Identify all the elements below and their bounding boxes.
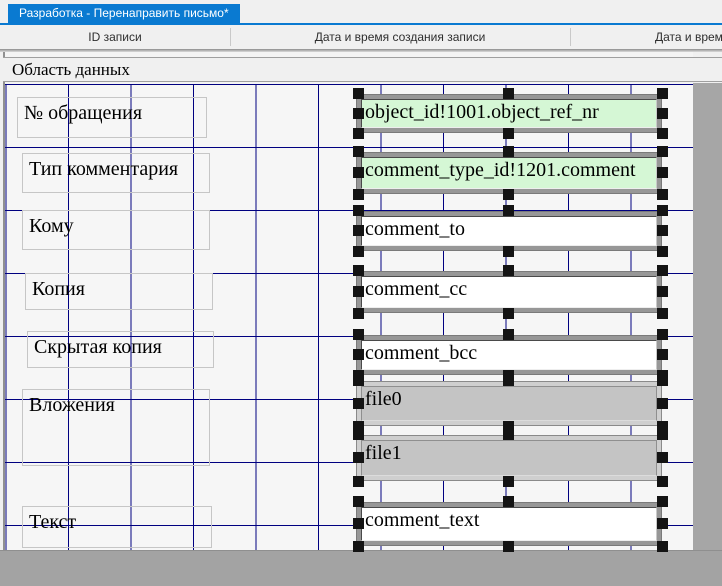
resize-handle-bm[interactable] [503, 308, 514, 319]
resize-handle-ml[interactable] [353, 108, 364, 119]
field-value[interactable]: comment_cc [361, 276, 657, 308]
resize-handle-tr[interactable] [657, 205, 668, 216]
resize-handle-tl[interactable] [353, 265, 364, 276]
tab-bar: Разработка - Перенаправить письмо* [0, 0, 722, 25]
tab-development-forward-letter[interactable]: Разработка - Перенаправить письмо* [8, 4, 240, 23]
resize-handle-tr[interactable] [657, 146, 668, 157]
resize-handle-bm[interactable] [503, 541, 514, 552]
resize-handle-br[interactable] [657, 189, 668, 200]
form-designer-window: Разработка - Перенаправить письмо* ID за… [0, 0, 722, 586]
resize-handle-tl[interactable] [353, 496, 364, 507]
label-request-number[interactable]: № обращения [17, 97, 207, 138]
resize-handle-tm[interactable] [503, 375, 514, 386]
field-value[interactable]: comment_to [361, 216, 657, 246]
resize-handle-ml[interactable] [353, 286, 364, 297]
field-value[interactable]: file1 [361, 440, 657, 476]
resize-handle-bl[interactable] [353, 246, 364, 257]
resize-handle-tm[interactable] [503, 429, 514, 440]
field-value[interactable]: comment_text [361, 507, 657, 541]
resize-handle-tr[interactable] [657, 88, 668, 99]
field-object-ref-nr[interactable]: object_id!1001.object_ref_nr [357, 95, 661, 132]
bottom-gutter [0, 550, 722, 586]
resize-handle-mr[interactable] [657, 349, 668, 360]
label-cc[interactable]: Копия [25, 273, 213, 310]
field-value[interactable]: file0 [361, 386, 657, 421]
field-file0[interactable]: file0 [357, 382, 661, 425]
resize-handle-mr[interactable] [657, 398, 668, 409]
label-bcc[interactable]: Скрытая копия [27, 331, 214, 368]
resize-handle-tr[interactable] [657, 329, 668, 340]
field-comment-text[interactable]: comment_text [357, 503, 661, 545]
resize-handle-tm[interactable] [503, 205, 514, 216]
column-header-row: ID записи Дата и время создания записи Д… [0, 25, 722, 49]
resize-handle-tm[interactable] [503, 329, 514, 340]
column-header-record-id[interactable]: ID записи [0, 25, 230, 49]
resize-handle-tr[interactable] [657, 265, 668, 276]
resize-handle-tl[interactable] [353, 429, 364, 440]
resize-handle-mr[interactable] [657, 452, 668, 463]
field-comment-type-id[interactable]: comment_type_id!1201.comment [357, 153, 661, 193]
resize-handle-tl[interactable] [353, 375, 364, 386]
resize-handle-mr[interactable] [657, 108, 668, 119]
resize-handle-mr[interactable] [657, 167, 668, 178]
resize-handle-bm[interactable] [503, 128, 514, 139]
column-header-record-created[interactable]: Дата и время создания записи [230, 25, 570, 49]
resize-handle-ml[interactable] [353, 452, 364, 463]
resize-handle-ml[interactable] [353, 167, 364, 178]
resize-handle-tl[interactable] [353, 88, 364, 99]
label-text[interactable]: Текст [22, 506, 212, 548]
field-value[interactable]: comment_bcc [361, 340, 657, 370]
resize-handle-br[interactable] [657, 541, 668, 552]
resize-handle-bm[interactable] [503, 476, 514, 487]
resize-handle-br[interactable] [657, 128, 668, 139]
field-comment-cc[interactable]: comment_cc [357, 272, 661, 312]
resize-handle-br[interactable] [657, 308, 668, 319]
resize-handle-tr[interactable] [657, 375, 668, 386]
resize-handle-br[interactable] [657, 476, 668, 487]
resize-handle-bm[interactable] [503, 246, 514, 257]
resize-handle-tm[interactable] [503, 496, 514, 507]
resize-handle-ml[interactable] [353, 225, 364, 236]
resize-handle-mr[interactable] [657, 286, 668, 297]
resize-handle-tr[interactable] [657, 429, 668, 440]
label-attachments[interactable]: Вложения [22, 389, 210, 466]
data-band-header[interactable]: Область данных [3, 57, 722, 82]
resize-handle-tm[interactable] [503, 88, 514, 99]
label-to[interactable]: Кому [22, 210, 210, 250]
resize-handle-mr[interactable] [657, 225, 668, 236]
resize-handle-tl[interactable] [353, 146, 364, 157]
resize-handle-bm[interactable] [503, 189, 514, 200]
field-value[interactable]: comment_type_id!1201.comment [361, 157, 657, 189]
resize-handle-bl[interactable] [353, 308, 364, 319]
resize-handle-bl[interactable] [353, 476, 364, 487]
field-comment-to[interactable]: comment_to [357, 212, 661, 250]
resize-handle-tm[interactable] [503, 265, 514, 276]
resize-handle-tl[interactable] [353, 329, 364, 340]
field-file1[interactable]: file1 [357, 436, 661, 480]
resize-handle-br[interactable] [657, 246, 668, 257]
resize-handle-tr[interactable] [657, 496, 668, 507]
field-comment-bcc[interactable]: comment_bcc [357, 336, 661, 374]
resize-handle-ml[interactable] [353, 518, 364, 529]
label-comment-type[interactable]: Тип комментария [22, 153, 210, 193]
field-value[interactable]: object_id!1001.object_ref_nr [361, 99, 657, 128]
column-header-record-created-2[interactable]: Дата и врем [570, 25, 722, 49]
resize-handle-bl[interactable] [353, 541, 364, 552]
resize-handle-mr[interactable] [657, 518, 668, 529]
resize-handle-ml[interactable] [353, 349, 364, 360]
resize-handle-bl[interactable] [353, 189, 364, 200]
resize-handle-tm[interactable] [503, 146, 514, 157]
resize-handle-bl[interactable] [353, 128, 364, 139]
resize-handle-tl[interactable] [353, 205, 364, 216]
right-gutter [693, 83, 722, 550]
resize-handle-ml[interactable] [353, 398, 364, 409]
